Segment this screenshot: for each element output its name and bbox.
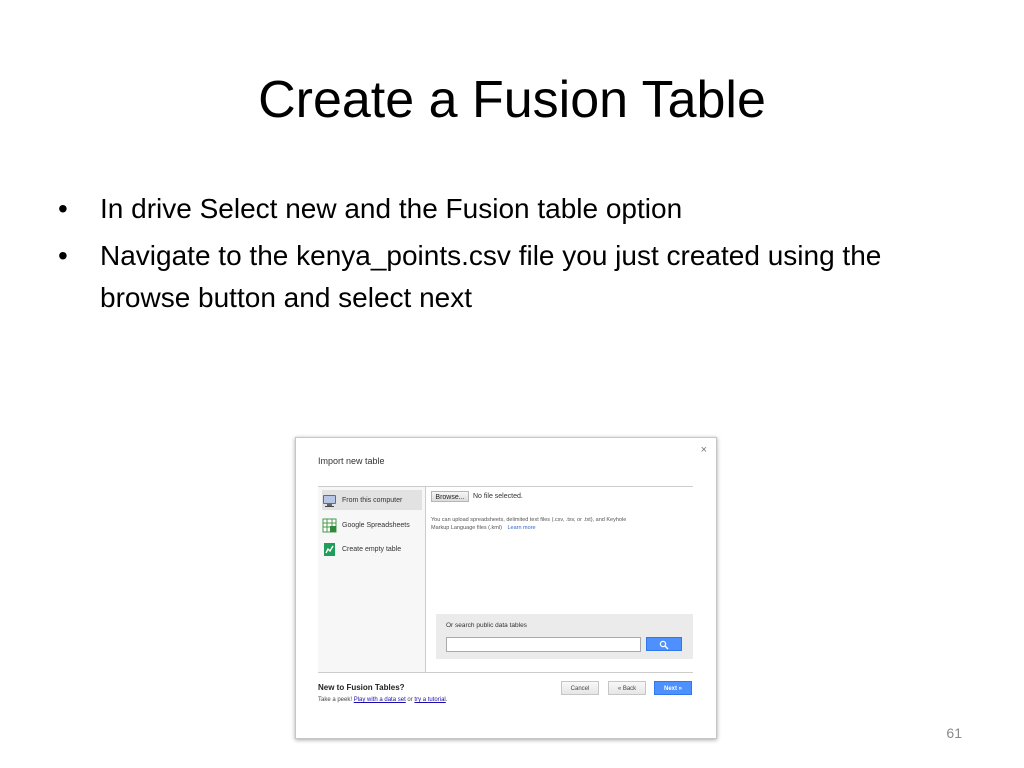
bullet-text: In drive Select new and the Fusion table… — [100, 193, 683, 224]
divider — [318, 672, 693, 673]
upload-info: You can upload spreadsheets, delimited t… — [431, 516, 631, 532]
back-button[interactable]: « Back — [608, 681, 646, 695]
nav-item-create-empty-table[interactable]: Create empty table — [322, 539, 422, 559]
source-nav: From this computer Google Spreadsheets C… — [318, 487, 426, 672]
computer-icon — [322, 493, 337, 508]
search-label: Or search public data tables — [446, 622, 527, 629]
slide-title: Create a Fusion Table — [258, 71, 766, 129]
learn-more-link[interactable]: Learn more — [507, 525, 535, 531]
fusion-table-icon — [322, 542, 337, 557]
public-search-panel: Or search public data tables — [436, 614, 693, 659]
tutorial-link[interactable]: try a tutorial — [414, 697, 445, 703]
next-button[interactable]: Next » — [654, 681, 692, 695]
search-input[interactable] — [446, 637, 641, 652]
bullet-dot: • — [58, 193, 68, 224]
browse-button[interactable]: Browse... — [431, 491, 469, 502]
nav-label: Create empty table — [342, 545, 402, 553]
spreadsheet-icon — [322, 518, 337, 533]
peek-text: Take a peek! Play with a data set or try… — [318, 697, 447, 703]
bullet-list: • In drive Select new and the Fusion tab… — [58, 188, 938, 324]
file-status: No file selected. — [473, 493, 523, 500]
peek-or: or — [407, 697, 413, 703]
dialog-title: Import new table — [318, 456, 385, 466]
peek-end: . — [445, 697, 448, 703]
page-number: 61 — [946, 725, 962, 741]
bullet-item: • Navigate to the kenya_points.csv file … — [58, 235, 938, 319]
peek-prefix: Take a peek! — [318, 697, 353, 703]
close-icon[interactable]: × — [701, 444, 707, 456]
import-table-dialog: Import new table × From this computer Go… — [295, 437, 717, 739]
nav-label: Google Spreadsheets — [342, 521, 410, 529]
bullet-text: Navigate to the kenya_points.csv file yo… — [100, 240, 882, 313]
search-button[interactable] — [646, 637, 682, 651]
search-icon — [647, 640, 681, 650]
bullet-dot: • — [58, 240, 68, 271]
nav-item-from-computer[interactable]: From this computer — [322, 490, 422, 510]
nav-item-google-spreadsheets[interactable]: Google Spreadsheets — [322, 515, 422, 535]
cancel-button[interactable]: Cancel — [561, 681, 599, 695]
play-data-set-link[interactable]: Play with a data set — [354, 697, 406, 703]
new-to-fusion-heading: New to Fusion Tables? — [318, 683, 405, 692]
nav-label: From this computer — [342, 496, 403, 504]
bullet-item: • In drive Select new and the Fusion tab… — [58, 188, 938, 230]
